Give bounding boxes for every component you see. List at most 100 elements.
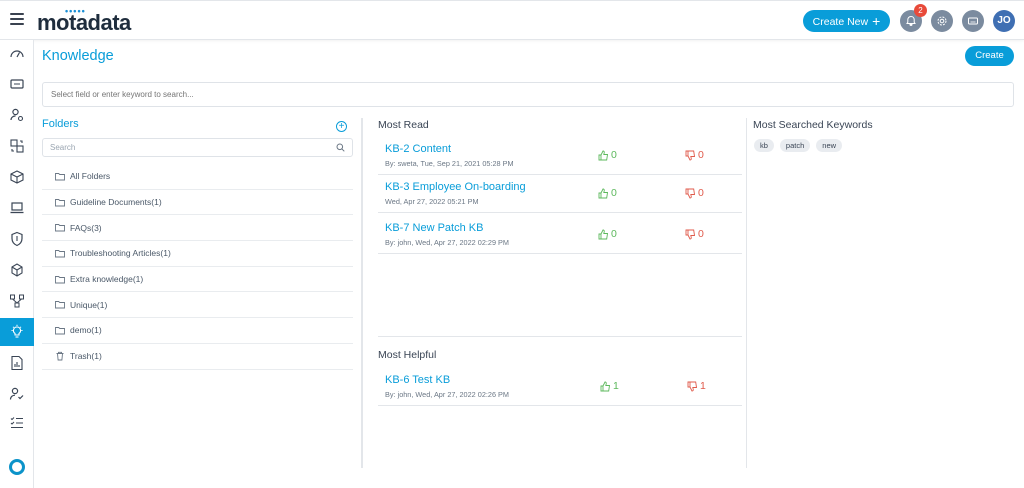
like-count: 0 bbox=[611, 187, 617, 199]
like-button[interactable]: 1 bbox=[600, 380, 619, 392]
dislike-button[interactable]: 0 bbox=[685, 228, 704, 240]
folder-item[interactable]: Troubleshooting Articles(1) bbox=[42, 241, 353, 267]
create-new-label: Create New bbox=[812, 16, 869, 28]
like-button[interactable]: 0 bbox=[598, 149, 617, 161]
folder-label: Trash(1) bbox=[70, 351, 102, 362]
like-count: 0 bbox=[611, 149, 617, 161]
section-divider bbox=[378, 336, 742, 337]
shield-icon[interactable] bbox=[0, 225, 34, 253]
folder-item[interactable]: All Folders bbox=[42, 164, 353, 190]
dislike-count: 0 bbox=[698, 228, 704, 240]
keywords-title: Most Searched Keywords bbox=[753, 119, 873, 131]
task-list-icon[interactable] bbox=[0, 409, 34, 437]
folder-icon bbox=[55, 327, 65, 335]
create-button[interactable]: Create bbox=[965, 46, 1014, 66]
icon-rail bbox=[0, 40, 34, 488]
dislike-count: 1 bbox=[700, 380, 706, 392]
folder-item[interactable]: Trash(1) bbox=[42, 344, 353, 370]
kb-article-title[interactable]: KB-2 Content bbox=[385, 143, 451, 155]
kb-article-row[interactable]: KB-2 Content By: sweta, Tue, Sep 21, 202… bbox=[378, 137, 742, 175]
change-icon[interactable] bbox=[0, 132, 34, 160]
folder-label: All Folders bbox=[70, 171, 111, 182]
kb-article-meta: By: john, Wed, Apr 27, 2022 02:29 PM bbox=[385, 238, 509, 247]
top-bar: ••••• motadata Create New + 2 JO bbox=[0, 0, 1024, 40]
kb-article-title[interactable]: KB-7 New Patch KB bbox=[385, 222, 483, 234]
user-check-icon[interactable] bbox=[0, 380, 34, 408]
thumbs-up-icon bbox=[600, 381, 611, 391]
search-input[interactable] bbox=[42, 82, 1014, 107]
plus-icon: + bbox=[872, 13, 881, 29]
user-avatar[interactable]: JO bbox=[993, 10, 1015, 32]
folder-item[interactable]: demo(1) bbox=[42, 318, 353, 344]
folders-title: Folders bbox=[42, 118, 79, 130]
folder-search-input[interactable]: Search bbox=[42, 138, 353, 157]
keyword-tags: kb patch new bbox=[754, 139, 843, 152]
ticket-icon[interactable] bbox=[0, 70, 34, 98]
thumbs-up-icon bbox=[598, 229, 609, 239]
create-new-button[interactable]: Create New + bbox=[803, 10, 890, 32]
folder-label: demo(1) bbox=[70, 325, 102, 336]
folder-search-placeholder: Search bbox=[50, 143, 76, 152]
folder-label: Unique(1) bbox=[70, 299, 108, 310]
kb-article-title[interactable]: KB-3 Employee On-boarding bbox=[385, 181, 526, 193]
folder-item[interactable]: Guideline Documents(1) bbox=[42, 190, 353, 216]
folder-label: Extra knowledge(1) bbox=[70, 274, 144, 285]
folder-icon bbox=[55, 275, 65, 284]
logo-dots: ••••• bbox=[65, 6, 86, 16]
folder-item[interactable]: Unique(1) bbox=[42, 292, 353, 319]
folder-icon bbox=[55, 198, 65, 206]
workflow-icon[interactable] bbox=[0, 287, 34, 315]
kb-article-meta: By: sweta, Tue, Sep 21, 2021 05:28 PM bbox=[385, 159, 514, 168]
folder-label: FAQs(3) bbox=[70, 222, 102, 233]
settings-gear-icon[interactable] bbox=[931, 10, 953, 32]
most-read-title: Most Read bbox=[378, 119, 429, 131]
like-count: 1 bbox=[613, 380, 619, 392]
motadata-ring-logo-icon[interactable] bbox=[9, 459, 25, 475]
thumbs-up-icon bbox=[598, 188, 609, 198]
asset-box-icon[interactable] bbox=[0, 163, 34, 191]
laptop-icon[interactable] bbox=[0, 194, 34, 222]
cube-icon[interactable] bbox=[0, 256, 34, 284]
folder-icon bbox=[55, 301, 65, 309]
most-helpful-title: Most Helpful bbox=[378, 349, 437, 361]
dashboard-icon[interactable] bbox=[0, 40, 34, 68]
page-title: Knowledge bbox=[42, 48, 114, 64]
dislike-button[interactable]: 1 bbox=[687, 380, 706, 392]
most-helpful-list: KB-6 Test KB By: john, Wed, Apr 27, 2022… bbox=[378, 368, 742, 406]
like-button[interactable]: 0 bbox=[598, 187, 617, 199]
user-settings-icon[interactable] bbox=[0, 101, 34, 129]
keyword-tag[interactable]: new bbox=[816, 139, 843, 152]
kb-article-row[interactable]: KB-3 Employee On-boarding Wed, Apr 27, 2… bbox=[378, 175, 742, 213]
add-folder-icon[interactable]: + bbox=[336, 121, 347, 132]
kb-article-row[interactable]: KB-7 New Patch KB By: john, Wed, Apr 27,… bbox=[378, 213, 742, 254]
trash-icon bbox=[56, 352, 64, 361]
kb-article-meta: By: john, Wed, Apr 27, 2022 02:26 PM bbox=[385, 390, 509, 399]
folder-list: All Folders Guideline Documents(1) FAQs(… bbox=[42, 164, 353, 370]
keyword-tag[interactable]: patch bbox=[779, 139, 811, 152]
dislike-count: 0 bbox=[698, 187, 704, 199]
app-logo[interactable]: ••••• motadata bbox=[37, 6, 131, 36]
dislike-button[interactable]: 0 bbox=[685, 187, 704, 199]
search-icon bbox=[336, 143, 345, 152]
knowledge-bulb-icon[interactable] bbox=[0, 318, 34, 346]
folder-item[interactable]: Extra knowledge(1) bbox=[42, 267, 353, 293]
folder-icon bbox=[55, 224, 65, 232]
dislike-button[interactable]: 0 bbox=[685, 149, 704, 161]
thumbs-down-icon bbox=[685, 188, 696, 198]
thumbs-down-icon bbox=[685, 229, 696, 239]
kb-article-row[interactable]: KB-6 Test KB By: john, Wed, Apr 27, 2022… bbox=[378, 368, 742, 406]
keyword-tag[interactable]: kb bbox=[754, 139, 774, 152]
like-button[interactable]: 0 bbox=[598, 228, 617, 240]
column-divider bbox=[746, 118, 747, 468]
folder-label: Troubleshooting Articles(1) bbox=[70, 248, 171, 259]
folder-item[interactable]: FAQs(3) bbox=[42, 215, 353, 242]
column-divider bbox=[361, 118, 363, 468]
hamburger-menu-icon[interactable] bbox=[10, 13, 24, 27]
report-icon[interactable] bbox=[0, 349, 34, 377]
keyboard-shortcuts-icon[interactable] bbox=[962, 10, 984, 32]
kb-article-title[interactable]: KB-6 Test KB bbox=[385, 374, 450, 386]
kb-article-meta: Wed, Apr 27, 2022 05:21 PM bbox=[385, 197, 479, 206]
thumbs-up-icon bbox=[598, 150, 609, 160]
folder-icon bbox=[55, 249, 65, 258]
dislike-count: 0 bbox=[698, 149, 704, 161]
